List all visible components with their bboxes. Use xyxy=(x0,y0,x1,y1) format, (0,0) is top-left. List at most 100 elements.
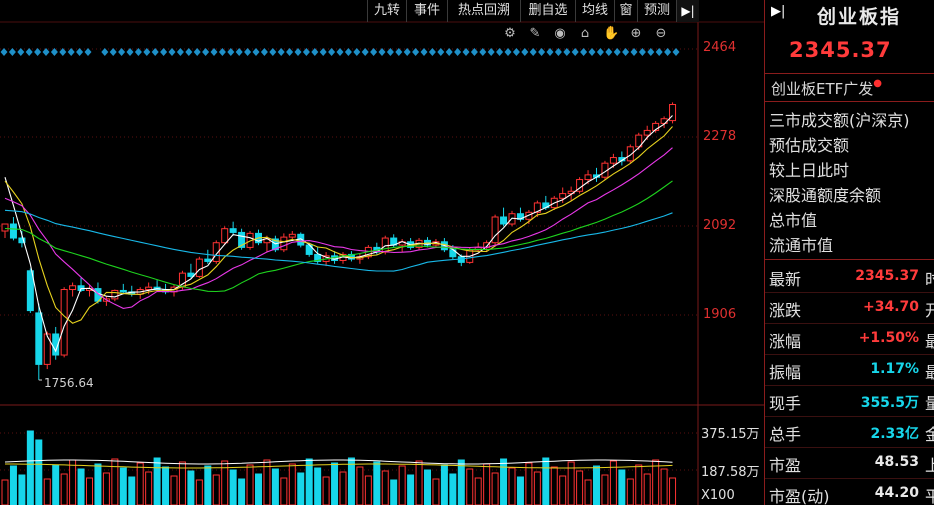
eye-icon[interactable]: ◉ xyxy=(552,26,568,42)
event-marker[interactable] xyxy=(160,48,168,56)
event-marker[interactable] xyxy=(344,48,352,56)
event-marker[interactable] xyxy=(76,48,84,56)
event-marker[interactable] xyxy=(613,48,621,56)
event-marker[interactable] xyxy=(168,48,176,56)
hand-icon[interactable]: ✋ xyxy=(603,26,619,42)
event-marker[interactable] xyxy=(596,48,604,56)
quote-value: +1.50% xyxy=(858,330,919,346)
quote-label: 市盈(动) xyxy=(769,487,830,505)
index-price: 2345.37 xyxy=(789,38,892,62)
candle xyxy=(221,228,229,244)
tab-jiuzhuan[interactable]: 九转 xyxy=(367,0,406,22)
tab-window[interactable]: 窗 xyxy=(614,0,637,22)
etf-label[interactable]: 创业板ETF广发 xyxy=(771,80,873,98)
panel-arrow-icon[interactable]: ▶| xyxy=(771,4,785,19)
volume-bar xyxy=(347,457,355,505)
tab-hotspot-review[interactable]: 热点回溯 xyxy=(447,0,520,22)
volume-bar xyxy=(440,464,448,505)
event-marker[interactable] xyxy=(420,48,428,56)
volume-bar xyxy=(398,465,406,505)
quote-label: 市盈 xyxy=(769,456,802,475)
volume-bar xyxy=(618,469,626,505)
event-marker[interactable] xyxy=(185,48,193,56)
event-marker[interactable] xyxy=(252,48,260,56)
event-marker[interactable] xyxy=(664,48,672,56)
volume-bar xyxy=(339,471,347,505)
quote-value: 1.17% xyxy=(870,361,919,377)
volume-bar xyxy=(449,473,457,505)
event-marker[interactable] xyxy=(176,48,184,56)
candle xyxy=(204,258,212,262)
volume-bar xyxy=(60,473,68,505)
index-title: 创业板指 xyxy=(817,6,902,28)
info-market-cap: 总市值 xyxy=(769,211,818,230)
quote-side-label: 上 xyxy=(925,452,934,476)
tab-forecast[interactable]: 预测 xyxy=(637,0,676,22)
event-marker[interactable] xyxy=(361,48,369,56)
volume-bar xyxy=(364,475,372,505)
volume-bar xyxy=(102,472,110,505)
kline-chart[interactable] xyxy=(0,0,764,505)
volume-bar xyxy=(525,462,533,505)
event-marker[interactable] xyxy=(25,48,33,56)
divider xyxy=(765,73,934,74)
event-marker[interactable] xyxy=(605,48,613,56)
event-marker[interactable] xyxy=(0,48,8,56)
event-marker[interactable] xyxy=(353,48,361,56)
event-marker[interactable] xyxy=(17,48,25,56)
event-marker[interactable] xyxy=(412,48,420,56)
volume-bar xyxy=(643,473,651,505)
volume-bar xyxy=(111,458,119,505)
event-marker[interactable] xyxy=(84,48,92,56)
event-marker[interactable] xyxy=(672,48,680,56)
event-markers[interactable] xyxy=(0,48,680,56)
quote-side-label: 时 xyxy=(925,266,934,290)
volume-bar xyxy=(195,479,203,505)
quote-label: 振幅 xyxy=(769,363,802,382)
settings-icon[interactable]: ⚙ xyxy=(502,26,518,42)
zoom-out-icon[interactable]: ⊖ xyxy=(653,26,669,42)
tab-remove-watchlist[interactable]: 删自选 xyxy=(520,0,575,22)
event-marker[interactable] xyxy=(504,48,512,56)
event-marker[interactable] xyxy=(101,48,109,56)
candle xyxy=(643,129,651,136)
volume-bar xyxy=(584,479,592,505)
event-marker[interactable] xyxy=(529,48,537,56)
candle xyxy=(111,289,119,300)
volume-bar xyxy=(407,474,415,505)
volume-bar xyxy=(331,462,339,505)
moving-average-lines xyxy=(4,115,673,353)
candle xyxy=(500,216,508,225)
event-marker[interactable] xyxy=(437,48,445,56)
event-marker[interactable] xyxy=(328,48,336,56)
zoom-in-icon[interactable]: ⊕ xyxy=(628,26,644,42)
event-marker[interactable] xyxy=(109,48,117,56)
event-marker[interactable] xyxy=(496,48,504,56)
event-marker[interactable] xyxy=(260,48,268,56)
event-marker[interactable] xyxy=(8,48,16,56)
info-vs-yesterday: 较上日此时 xyxy=(769,161,850,180)
tab-events[interactable]: 事件 xyxy=(406,0,447,22)
camera-icon[interactable]: ⌂ xyxy=(577,26,593,42)
event-marker[interactable] xyxy=(580,48,588,56)
volume-bar xyxy=(255,473,262,505)
pen-icon[interactable]: ✎ xyxy=(527,26,543,42)
etf-link[interactable]: 创业板ETF广发● xyxy=(771,78,882,99)
volume-bar xyxy=(212,474,220,505)
toolbar-end-arrow-icon[interactable]: ▶| xyxy=(676,0,699,22)
event-marker[interactable] xyxy=(445,48,453,56)
event-marker[interactable] xyxy=(588,48,596,56)
event-marker[interactable] xyxy=(193,48,201,56)
event-marker[interactable] xyxy=(521,48,529,56)
candle xyxy=(280,236,288,251)
tab-moving-average[interactable]: 均线 xyxy=(575,0,614,22)
info-est-turnover: 预估成交额 xyxy=(769,136,850,155)
event-marker[interactable] xyxy=(244,48,252,56)
event-marker[interactable] xyxy=(336,48,344,56)
event-marker[interactable] xyxy=(512,48,520,56)
event-marker[interactable] xyxy=(428,48,436,56)
candle xyxy=(288,233,296,238)
event-marker[interactable] xyxy=(269,48,277,56)
event-marker[interactable] xyxy=(277,48,285,56)
chart-area[interactable]: 九转 事件 热点回溯 删自选 均线 窗 预测 ▶| ⚙ ✎ ◉ ⌂ ✋ ⊕ ⊖ … xyxy=(0,0,764,505)
